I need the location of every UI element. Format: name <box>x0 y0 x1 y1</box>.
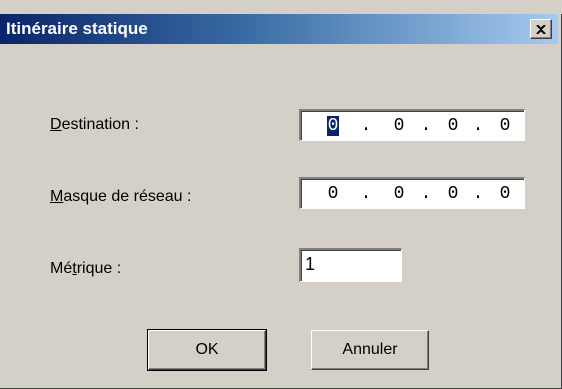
close-icon <box>536 24 546 34</box>
close-button[interactable] <box>530 19 552 39</box>
mask-octet-4[interactable]: 0 <box>491 184 519 204</box>
mask-accesskey: M <box>50 188 64 205</box>
destination-accesskey: D <box>50 116 62 133</box>
metric-label-pre: Mé <box>50 260 73 277</box>
destination-dot-1: . <box>360 116 372 136</box>
destination-octet-2[interactable]: 0 <box>385 116 413 136</box>
mask-dot-3: . <box>472 184 484 204</box>
destination-octet-1[interactable]: 0 <box>319 116 347 136</box>
metric-input[interactable]: 1 <box>299 248 402 282</box>
mask-label: Masque de réseau : <box>50 188 191 206</box>
destination-octet-3[interactable]: 0 <box>439 116 467 136</box>
destination-label: Destination : <box>50 116 139 134</box>
mask-dot-1: . <box>360 184 372 204</box>
window-title: Itinéraire statique <box>6 19 148 38</box>
title-bar[interactable]: Itinéraire statique <box>0 14 558 44</box>
mask-octet-1[interactable]: 0 <box>319 184 347 204</box>
destination-dot-3: . <box>472 116 484 136</box>
metric-label: Métrique : <box>50 260 121 278</box>
destination-dot-2: . <box>420 116 432 136</box>
mask-octet-3[interactable]: 0 <box>439 184 467 204</box>
mask-label-rest: asque de réseau : <box>63 188 192 205</box>
metric-label-post: rique : <box>76 260 122 277</box>
dialog-window: Itinéraire statique Destination : 0 . 0 … <box>0 0 562 389</box>
mask-dot-2: . <box>420 184 432 204</box>
window-top-edge <box>0 0 562 14</box>
mask-ip-field[interactable]: 0 . 0 . 0 . 0 <box>299 177 525 209</box>
cancel-button[interactable]: Annuler <box>311 330 429 370</box>
ok-button[interactable]: OK <box>147 329 267 371</box>
destination-octet-4[interactable]: 0 <box>491 116 519 136</box>
destination-ip-field[interactable]: 0 . 0 . 0 . 0 <box>299 109 525 141</box>
mask-octet-2[interactable]: 0 <box>385 184 413 204</box>
destination-label-rest: estination : <box>61 116 139 133</box>
